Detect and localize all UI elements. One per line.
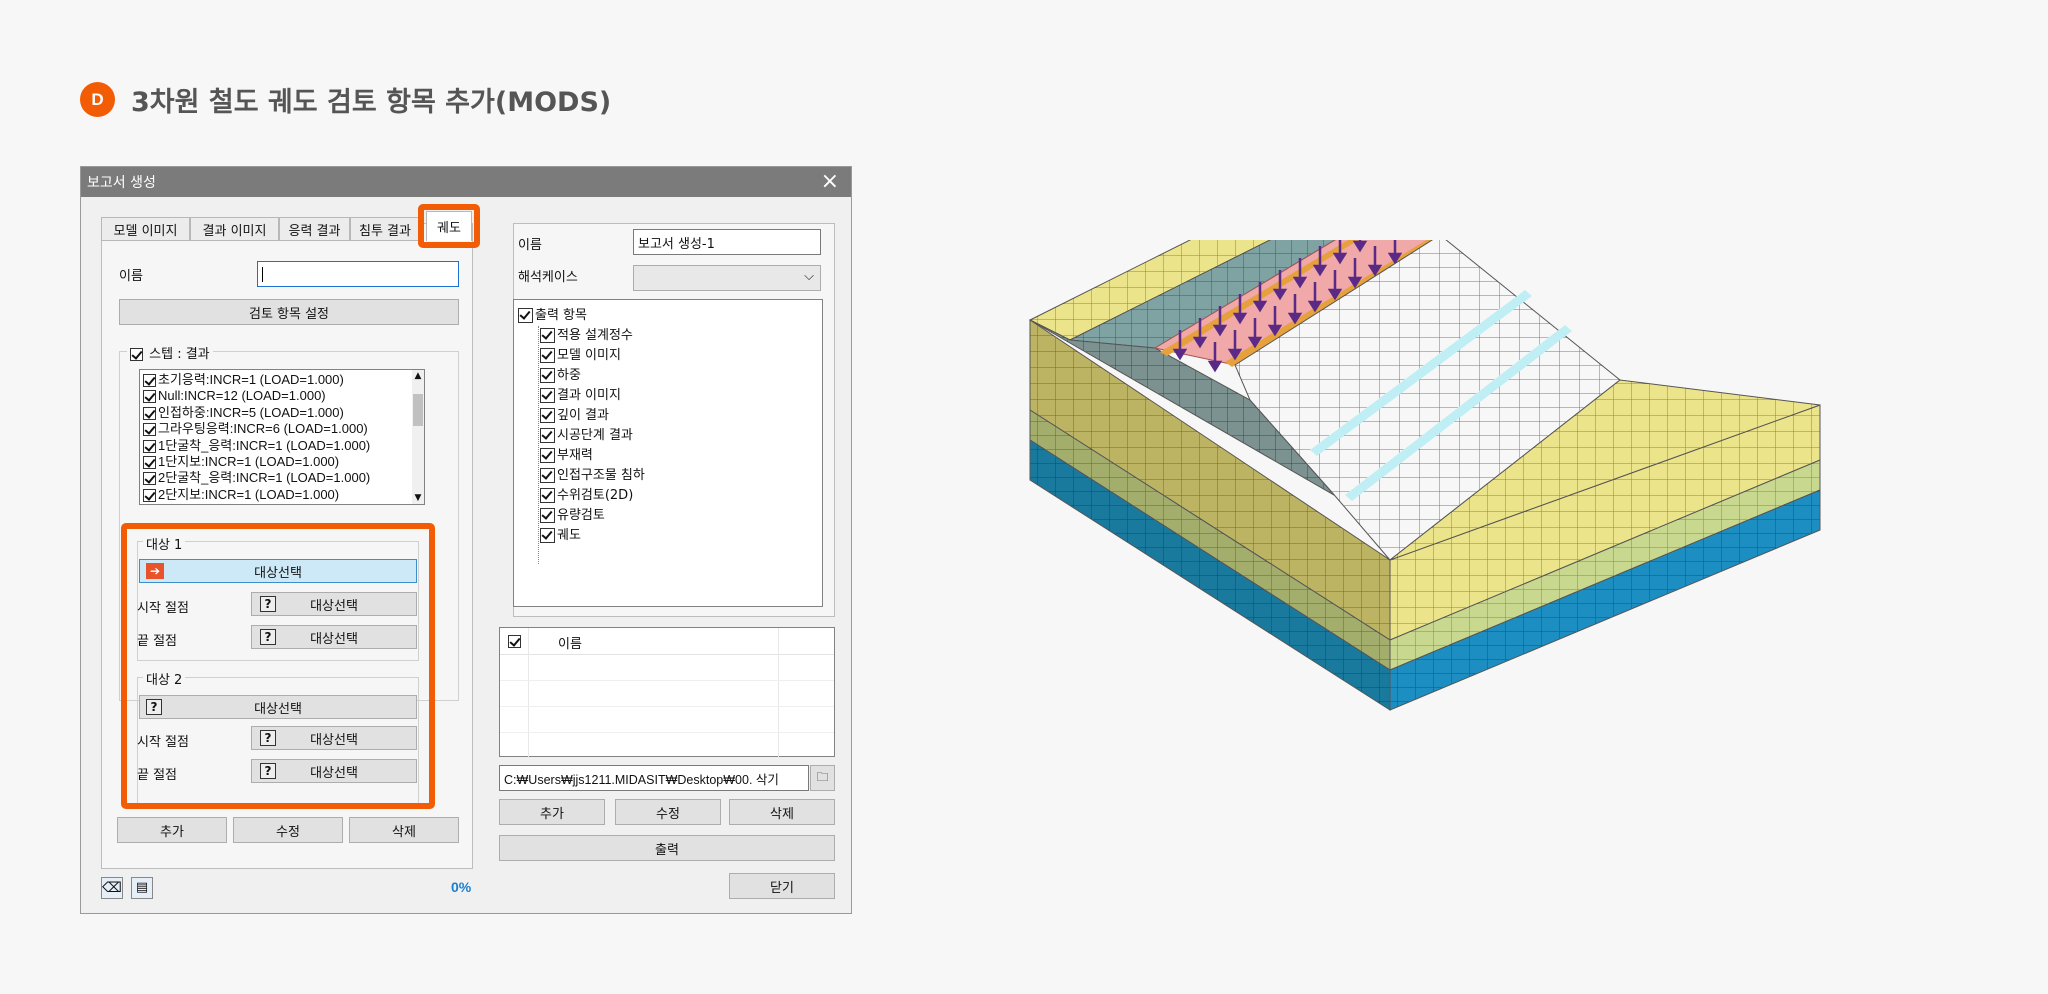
left-name-label: 이름 bbox=[119, 269, 143, 284]
right-add-button[interactable]: 추가 bbox=[499, 799, 605, 825]
list-item[interactable]: 초기응력:INCR=1 (LOAD=1.000) bbox=[143, 372, 424, 388]
tree-root[interactable]: 출력 항목 bbox=[518, 304, 587, 323]
left-add-button[interactable]: 추가 bbox=[117, 817, 227, 843]
tree-item[interactable]: 모델 이미지 bbox=[540, 344, 621, 363]
book-icon[interactable]: ▤ bbox=[131, 877, 153, 899]
list-item[interactable]: 1단굴착_응력:INCR=1 (LOAD=1.000) bbox=[143, 438, 424, 454]
track-tab-highlight bbox=[418, 204, 480, 248]
step-list-scrollbar[interactable]: ▲ ▼ bbox=[412, 370, 424, 504]
eraser-icon[interactable]: ⌫ bbox=[101, 877, 123, 899]
table-header-name: 이름 bbox=[558, 637, 582, 652]
tab-stress-result[interactable]: 응력 결과 bbox=[279, 217, 350, 241]
scrollbar-thumb[interactable] bbox=[413, 394, 423, 426]
chevron-up-icon[interactable]: ▲ bbox=[412, 370, 424, 382]
target-highlight bbox=[121, 523, 435, 809]
tree-item[interactable]: 궤도 bbox=[540, 524, 581, 543]
section-title: 3차원 철도 궤도 검토 항목 추가(MODS) bbox=[131, 87, 612, 118]
tab-model-image[interactable]: 모델 이미지 bbox=[101, 217, 190, 241]
dialog-title: 보고서 생성 bbox=[87, 175, 156, 191]
progress-percent: 0% bbox=[451, 879, 472, 895]
right-name-label: 이름 bbox=[518, 238, 542, 253]
model-3d-image bbox=[1028, 240, 1821, 711]
tab-seepage-result[interactable]: 침투 결과 bbox=[350, 217, 420, 241]
folder-icon[interactable]: 🗀 bbox=[810, 765, 835, 791]
list-item[interactable]: 2단지보:INCR=1 (LOAD=1.000) bbox=[143, 487, 424, 503]
text-cursor bbox=[262, 266, 263, 282]
list-item[interactable]: Null:INCR=12 (LOAD=1.000) bbox=[143, 388, 424, 404]
tree-item[interactable]: 수위검토(2D) bbox=[540, 484, 633, 503]
tree-item[interactable]: 부재력 bbox=[540, 444, 593, 463]
report-table[interactable]: 이름 bbox=[499, 627, 835, 758]
tree-item[interactable]: 깊이 결과 bbox=[540, 404, 609, 423]
list-item[interactable]: 1단지보:INCR=1 (LOAD=1.000) bbox=[143, 454, 424, 470]
section-heading: D 3차원 철도 궤도 검토 항목 추가(MODS) bbox=[80, 80, 611, 119]
output-tree[interactable]: 출력 항목 적용 설계정수 모델 이미지 하중 결과 이미지 깊이 결과 시공단… bbox=[513, 299, 823, 607]
section-badge: D bbox=[80, 82, 115, 117]
tab-result-image[interactable]: 결과 이미지 bbox=[190, 217, 279, 241]
left-name-input[interactable] bbox=[257, 261, 459, 287]
step-group-title: 스텝 : 결과 bbox=[127, 343, 213, 362]
case-select[interactable]: ⌵ bbox=[633, 265, 821, 291]
review-settings-button[interactable]: 검토 항목 설정 bbox=[119, 299, 459, 325]
right-name-input[interactable]: 보고서 생성-1 bbox=[633, 229, 821, 255]
tree-item[interactable]: 인접구조물 침하 bbox=[540, 464, 645, 483]
close-icon[interactable]: × bbox=[821, 169, 839, 194]
list-item[interactable]: 2단굴착_응력:INCR=1 (LOAD=1.000) bbox=[143, 470, 424, 486]
right-delete-button[interactable]: 삭제 bbox=[729, 799, 835, 825]
output-button[interactable]: 출력 bbox=[499, 835, 835, 861]
table-header: 이름 bbox=[500, 628, 834, 758]
path-input[interactable]: C:₩Users₩jjs1211.MIDASIT₩Desktop₩00. 삭기 bbox=[499, 765, 809, 791]
tree-item[interactable]: 적용 설계정수 bbox=[540, 324, 633, 343]
dialog-titlebar: 보고서 생성 × bbox=[81, 167, 851, 197]
tree-item[interactable]: 결과 이미지 bbox=[540, 384, 621, 403]
right-edit-button[interactable]: 수정 bbox=[615, 799, 721, 825]
step-group-checkbox[interactable] bbox=[130, 348, 143, 361]
close-button[interactable]: 닫기 bbox=[729, 873, 835, 899]
chevron-down-icon[interactable]: ⌵ bbox=[804, 269, 814, 284]
list-item[interactable]: 인접하중:INCR=5 (LOAD=1.000) bbox=[143, 405, 424, 421]
case-label: 해석케이스 bbox=[518, 270, 578, 285]
left-edit-button[interactable]: 수정 bbox=[233, 817, 343, 843]
step-list[interactable]: 초기응력:INCR=1 (LOAD=1.000) Null:INCR=12 (L… bbox=[139, 369, 425, 505]
left-delete-button[interactable]: 삭제 bbox=[349, 817, 459, 843]
tree-item[interactable]: 시공단계 결과 bbox=[540, 424, 633, 443]
report-dialog: 보고서 생성 × 모델 이미지 결과 이미지 응력 결과 침투 결과 궤도 이름… bbox=[80, 166, 852, 914]
list-item[interactable]: 그라우팅응력:INCR=6 (LOAD=1.000) bbox=[143, 421, 424, 437]
tree-item[interactable]: 하중 bbox=[540, 364, 581, 383]
table-header-checkbox[interactable] bbox=[508, 635, 521, 648]
tree-line bbox=[538, 326, 539, 564]
chevron-down-icon[interactable]: ▼ bbox=[412, 492, 424, 504]
tree-item[interactable]: 유량검토 bbox=[540, 504, 605, 523]
